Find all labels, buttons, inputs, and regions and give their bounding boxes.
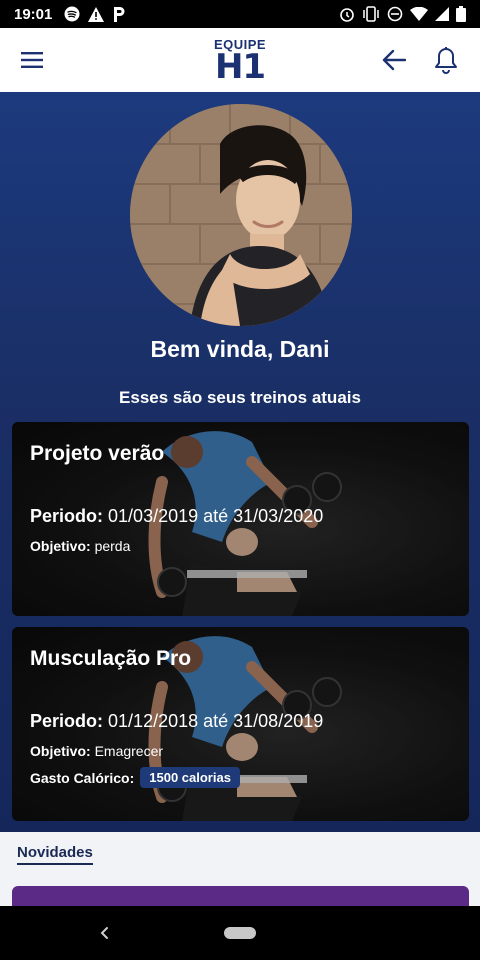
period-value: 01/12/2018 até 31/08/2019 [108,711,324,731]
workout-period: Periodo: 01/12/2018 até 31/08/2019 [30,711,323,732]
parking-icon [112,6,126,22]
workout-title: Musculação Pro [30,647,192,670]
battery-icon [456,6,466,22]
period-label: Periodo: [30,711,104,731]
vibrate-icon [362,6,380,22]
objective-value: Emagrecer [94,743,164,759]
workout-card[interactable]: Projeto verão Periodo: 01/03/2019 até 31… [12,422,469,616]
arrow-left-icon [382,49,406,71]
system-nav-bar [0,906,480,960]
profile-photo [130,104,352,326]
objective-label: Objetivo: [30,538,91,554]
system-home-button[interactable] [224,927,256,939]
notifications-button[interactable] [430,44,462,76]
logo-bottom-text: H1 [214,47,266,87]
objective-label: Objetivo: [30,743,91,759]
profile-avatar[interactable] [130,104,352,326]
profile-section: Bem vinda, Dani Esses são seus treinos a… [0,92,480,832]
workout-objective: Objetivo: Emagrecer [30,743,163,759]
status-bar: 19:01 [0,0,480,28]
period-label: Periodo: [30,506,104,526]
calorie-badge: 1500 calorias [140,767,240,788]
objective-value: perda [94,538,131,554]
wifi-icon [410,7,428,21]
current-workouts-subtitle: Esses são seus treinos atuais [119,388,361,407]
status-time: 19:01 [14,5,53,23]
period-value: 01/03/2019 até 31/03/2020 [108,506,324,526]
warning-icon [88,6,105,22]
back-button[interactable] [378,44,410,76]
alarm-icon [339,6,355,22]
workout-objective: Objetivo: perda [30,538,130,554]
spotify-icon [64,6,80,22]
app-bar: EQUIPE H1 [0,28,480,92]
workout-calorie: Gasto Calórico: 1500 calorias [30,767,240,788]
tab-novidades[interactable]: Novidades [17,844,93,865]
workout-period: Periodo: 01/03/2019 até 31/03/2020 [30,506,323,527]
signal-icon [435,7,449,21]
hamburger-menu-icon [21,52,43,68]
menu-button[interactable] [18,46,46,74]
chevron-left-icon [100,927,108,939]
system-back-button[interactable] [96,924,114,942]
workout-title: Projeto verão [30,442,165,465]
do-not-disturb-icon [387,6,403,22]
calorie-label: Gasto Calórico: [30,769,135,786]
workout-card[interactable]: Musculação Pro Periodo: 01/12/2018 até 3… [12,627,469,821]
equipe-h1-logo: EQUIPE H1 [205,38,275,87]
bell-icon [435,47,457,74]
welcome-heading: Bem vinda, Dani [150,336,330,362]
